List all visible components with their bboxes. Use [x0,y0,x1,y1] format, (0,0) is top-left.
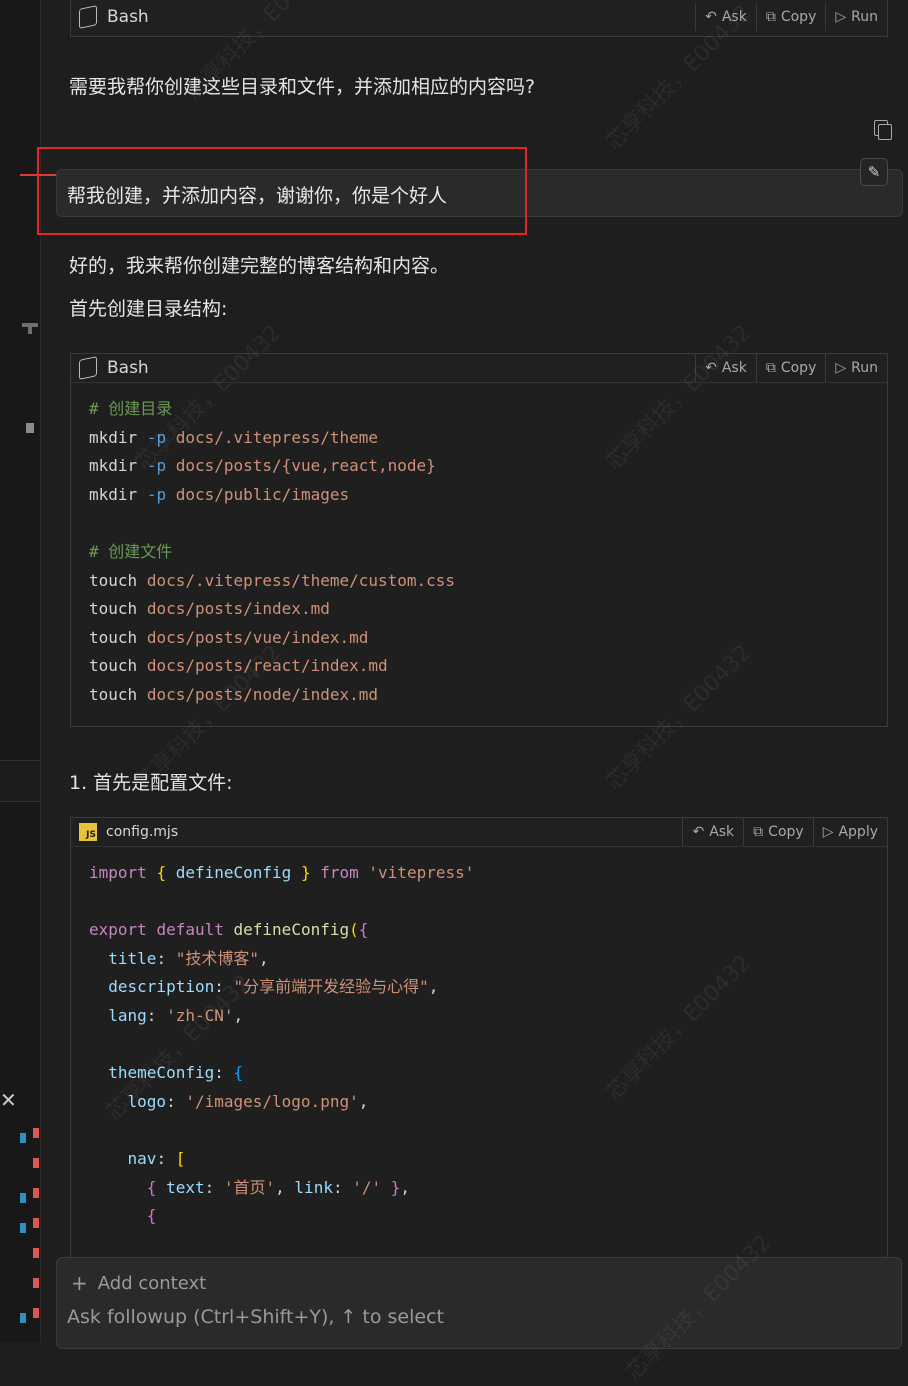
scroll-marker [33,1248,39,1258]
annotation-highlight-box [37,147,527,235]
copy-icon: ⧉ [765,360,776,376]
sidebar-panel [0,760,40,802]
add-context-button[interactable]: + Add context [71,1271,206,1295]
code-content: import { defineConfig } from 'vitepress'… [89,863,475,1226]
run-button[interactable]: ▷ Run [825,3,887,31]
scroll-marker [33,1218,39,1228]
scroll-marker [20,1313,26,1323]
code-block-top: Bash ↶ Ask ⧉ Copy ▷ Run [70,0,888,37]
scroll-marker [20,1193,26,1203]
scroll-marker [33,1188,39,1198]
scroll-marker [33,1128,39,1138]
assistant-reply-line: 首先创建目录结构: [69,298,228,320]
code-block-config: JS config.mjs ↶ Ask ⧉ Copy ▷ Apply import {… [70,817,888,1259]
play-icon: ▷ [822,824,834,840]
code-filename: config.mjs [106,824,179,840]
copy-icon: ⧉ [753,824,764,840]
scroll-marker [20,1223,26,1233]
assistant-message: 需要我帮你创建这些目录和文件，并添加相应的内容吗? [69,76,536,98]
code-block-title: Bash [71,5,695,29]
code-lang-label: Bash [107,7,149,27]
copy-button[interactable]: ⧉ Copy [755,354,826,382]
play-icon: ▷ [835,9,847,25]
plus-icon: + [71,1271,88,1295]
bash-icon [79,5,97,29]
followup-input-placeholder[interactable]: Ask followup (Ctrl+Shift+Y), ↑ to select [67,1306,444,1328]
copy-button[interactable]: ⧉ Copy [743,818,813,846]
reply-icon: ↶ [705,360,717,376]
scroll-marker [20,1133,26,1143]
step-heading: 1. 首先是配置文件: [69,772,233,794]
copy-icon: ⧉ [765,9,776,25]
left-sidebar: ✕ [0,0,76,1342]
play-icon: ▷ [835,360,847,376]
ask-button[interactable]: ↶ Ask [682,818,743,846]
code-content: # 创建目录 mkdir -p docs/.vitepress/theme mk… [89,399,456,704]
scroll-marker [33,1278,39,1288]
scroll-marker [33,1158,39,1168]
close-icon[interactable]: ✕ [0,1088,17,1112]
code-block-title: JS config.mjs [71,823,682,841]
reply-icon: ↶ [705,9,717,25]
ask-button[interactable]: ↶ Ask [695,354,756,382]
chat-panel: Bash ↶ Ask ⧉ Copy ▷ Run 需要我帮你创建这些目录和文件，并添加相… [37,0,908,1385]
followup-input-box[interactable]: + Add context Ask followup (Ctrl+Shift+Y… [56,1257,902,1349]
copy-message-icon[interactable] [874,120,892,140]
reply-icon: ↶ [692,824,705,840]
js-file-icon: JS [79,823,97,841]
run-button[interactable]: ▷ Run [825,354,887,382]
code-block-bash: Bash ↶ Ask ⧉ Copy ▷ Run # 创建目录 mkdir -p doc… [70,353,888,727]
pencil-icon: ✎ [867,163,881,181]
ask-button[interactable]: ↶ Ask [695,3,756,31]
edit-message-button[interactable]: ✎ [860,158,888,186]
copy-button[interactable]: ⧉ Copy [755,3,826,31]
code-lang-label: Bash [107,358,149,378]
scroll-marker [33,1308,39,1318]
sidebar-marker [26,423,34,433]
code-block-title: Bash [71,356,695,380]
assistant-reply-line: 好的，我来帮你创建完整的博客结构和内容。 [69,255,450,277]
bash-icon [79,356,97,380]
apply-button[interactable]: ▷ Apply [812,818,887,846]
sidebar-marker [28,327,32,334]
